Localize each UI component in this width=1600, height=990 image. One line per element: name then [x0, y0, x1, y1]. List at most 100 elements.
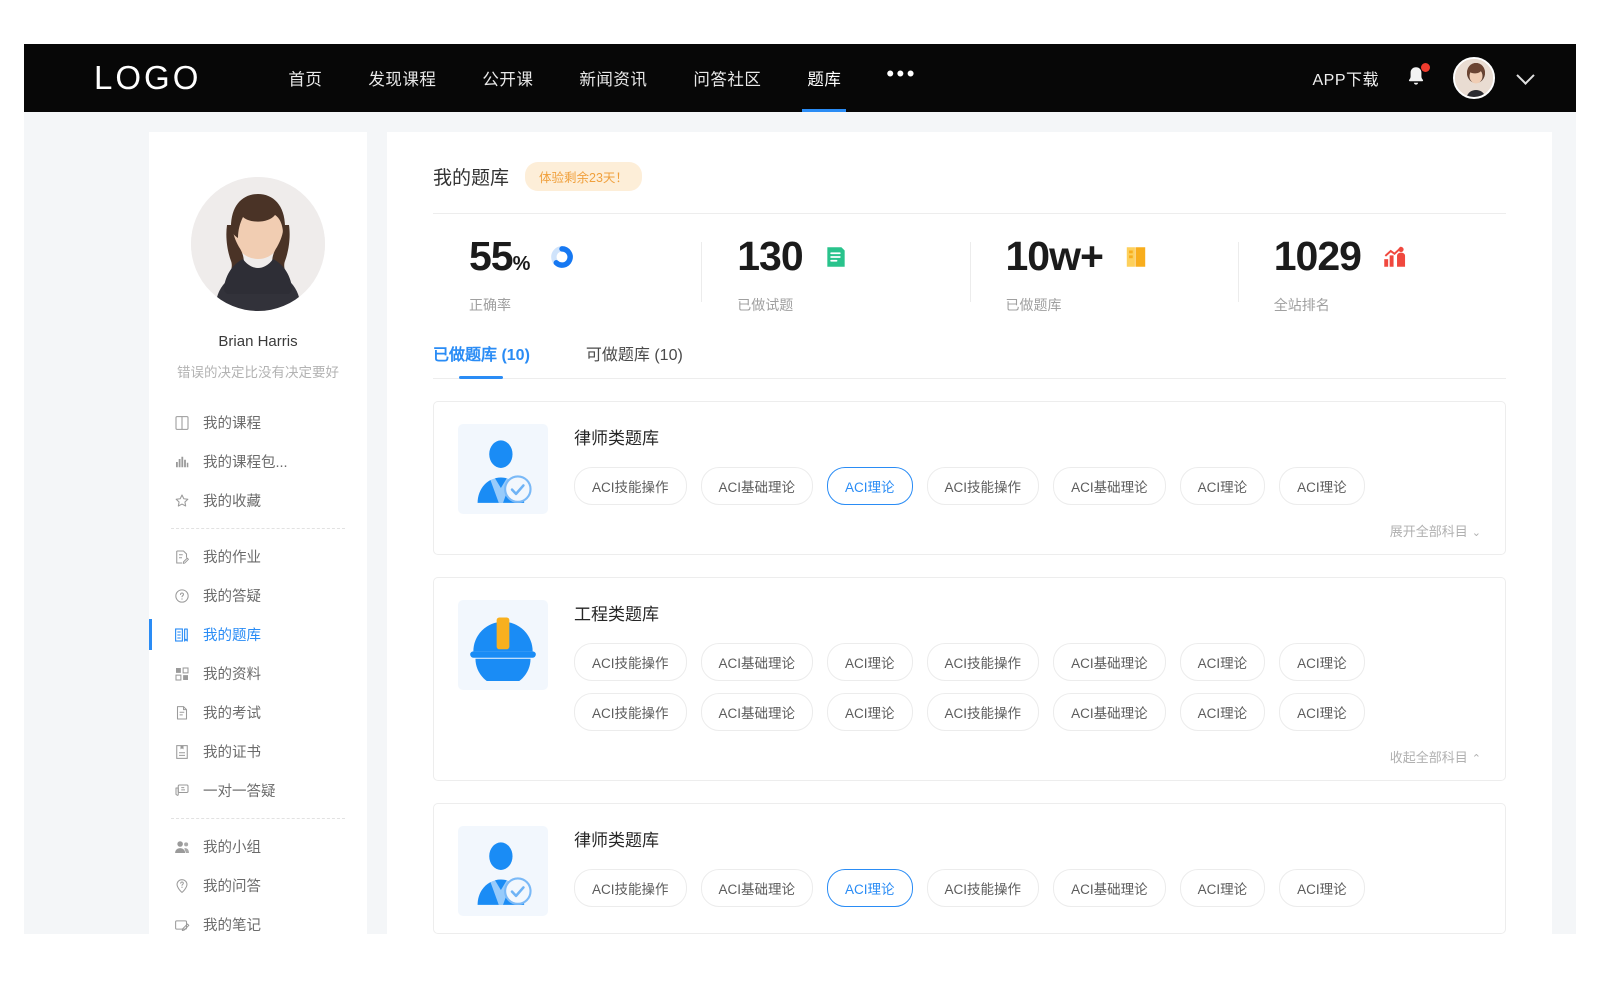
chat-icon: [173, 782, 191, 800]
menu-divider: [171, 818, 345, 819]
sidebar-menu: 我的课程我的课程包... 我的收藏我的作业我的答疑我的题库我的资料我的考试我的证书…: [149, 403, 367, 934]
question-circle-icon: [173, 587, 191, 605]
stat-number: 1029: [1274, 233, 1361, 279]
avatar[interactable]: [1453, 57, 1495, 99]
subject-tag[interactable]: ACI技能操作: [574, 869, 687, 907]
certificate-icon: [173, 743, 191, 761]
nav-more-button[interactable]: •••: [864, 44, 939, 112]
stat-number: 55: [469, 233, 513, 279]
bars-icon: [173, 453, 191, 471]
subject-tag[interactable]: ACI理论: [1279, 869, 1365, 907]
sidebar-item-我的考试[interactable]: 我的考试: [149, 693, 367, 732]
sidebar-item-我的课程包...[interactable]: 我的课程包...: [149, 442, 367, 481]
sidebar-item-label: 我的课程包...: [203, 451, 288, 472]
expand-subjects-link[interactable]: 展开全部科目⌄: [574, 517, 1481, 540]
stat-value-row: 1029: [1274, 236, 1506, 277]
chevron-down-icon: ⌄: [1472, 526, 1481, 539]
stat-value: 1029: [1274, 236, 1361, 277]
subject-tag[interactable]: ACI理论: [1180, 467, 1266, 505]
stat-number: 10w+: [1006, 233, 1103, 279]
grid-icon: [173, 665, 191, 683]
page-title: 我的题库: [433, 163, 509, 190]
nav-item-2[interactable]: 发现课程: [345, 44, 459, 112]
nav-item-4[interactable]: 新闻资讯: [556, 44, 670, 112]
subject-tag[interactable]: ACI基础理论: [701, 467, 814, 505]
subject-tag[interactable]: ACI基础理论: [1053, 643, 1166, 681]
sidebar-avatar[interactable]: [191, 177, 325, 311]
question-bank-icon: [173, 626, 191, 644]
sidebar-item-我的资料[interactable]: 我的资料: [149, 654, 367, 693]
sidebar-item-我的作业[interactable]: 我的作业: [149, 537, 367, 576]
sidebar-user-motto: 错误的决定比没有决定要好: [149, 361, 367, 381]
menu-divider: [171, 528, 345, 529]
sidebar-item-label: 我的课程: [203, 412, 261, 433]
subject-tag[interactable]: ACI技能操作: [574, 643, 687, 681]
trial-badge: 体验剩余23天！: [525, 162, 642, 191]
subject-tag[interactable]: ACI理论: [1279, 643, 1365, 681]
subject-tag[interactable]: ACI技能操作: [574, 467, 687, 505]
exam-paper-icon: [173, 704, 191, 722]
subject-tag[interactable]: ACI理论: [1180, 693, 1266, 731]
users-icon: [173, 838, 191, 856]
exam-paper-icon: [173, 704, 191, 722]
subject-tag[interactable]: ACI基础理论: [701, 643, 814, 681]
subject-tag-row: ACI技能操作 ACI基础理论 ACI理论 ACI技能操作 ACI基础理论 ACI理论 AC…: [574, 643, 1481, 681]
subject-tag[interactable]: ACI基础理论: [1053, 693, 1166, 731]
homework-icon: [173, 548, 191, 566]
sidebar-item-我的问答[interactable]: 我的问答: [149, 866, 367, 905]
expand-subjects-link[interactable]: 收起全部科目⌃: [574, 743, 1481, 766]
user-avatar-large-image: [191, 177, 325, 311]
tab-2[interactable]: 可做题库 (10): [586, 341, 683, 378]
bank-thumbnail: [458, 424, 548, 514]
subject-tag[interactable]: ACI基础理论: [701, 693, 814, 731]
subject-tag[interactable]: ACI理论: [827, 643, 913, 681]
sidebar-item-我的证书[interactable]: 我的证书: [149, 732, 367, 771]
bank-thumbnail: [458, 826, 548, 916]
sidebar-item-我的课程[interactable]: 我的课程: [149, 403, 367, 442]
subject-tag[interactable]: ACI理论: [827, 693, 913, 731]
sidebar-item-我的小组[interactable]: 我的小组: [149, 827, 367, 866]
subject-tag[interactable]: ACI基础理论: [701, 869, 814, 907]
nav-item-1[interactable]: 首页: [265, 44, 345, 112]
subject-tag[interactable]: ACI理论: [1279, 693, 1365, 731]
chevron-up-icon: ⌃: [1472, 752, 1481, 765]
notification-bell-button[interactable]: [1403, 64, 1429, 92]
sidebar-item-我的笔记[interactable]: 我的笔记: [149, 905, 367, 934]
sidebar-item-label: 一对一答疑: [203, 780, 276, 801]
sidebar-item-我的题库[interactable]: 我的题库: [149, 615, 367, 654]
subject-tag[interactable]: ACI理论: [1279, 467, 1365, 505]
subject-tag[interactable]: ACI技能操作: [927, 869, 1040, 907]
subject-tag[interactable]: ACI技能操作: [927, 467, 1040, 505]
subject-tag[interactable]: ACI基础理论: [1053, 467, 1166, 505]
stat-card-已做试题: 130已做试题: [701, 236, 969, 315]
app-download-link[interactable]: APP下载: [1312, 66, 1379, 90]
main-nav: 首页发现课程公开课新闻资讯问答社区题库: [265, 44, 864, 112]
chevron-down-icon[interactable]: [1516, 66, 1534, 84]
nav-item-3[interactable]: 公开课: [459, 44, 556, 112]
sidebar-item-一对一答疑[interactable]: 一对一答疑: [149, 771, 367, 810]
sidebar-item-label: 我的小组: [203, 836, 261, 857]
subject-tag[interactable]: ACI基础理论: [1053, 869, 1166, 907]
question-bank-card: 律师类题库ACI技能操作ACI基础理论ACI理论ACI技能操作ACI基础理论AC…: [433, 401, 1506, 555]
nav-item-6[interactable]: 题库: [784, 44, 864, 112]
stats-row: 55%正确率130已做试题10w+已做题库1029全站排名: [433, 214, 1506, 333]
subject-tag[interactable]: ACI技能操作: [574, 693, 687, 731]
sidebar-item-我的答疑[interactable]: 我的答疑: [149, 576, 367, 615]
sidebar-item-我的收藏[interactable]: 我的收藏: [149, 481, 367, 520]
question-bank-list: 律师类题库ACI技能操作ACI基础理论ACI理论ACI技能操作ACI基础理论AC…: [433, 401, 1506, 934]
tab-1[interactable]: 已做题库 (10): [433, 341, 530, 378]
subject-tag[interactable]: ACI技能操作: [927, 643, 1040, 681]
subject-tag[interactable]: ACI理论: [827, 467, 913, 505]
subject-tag[interactable]: ACI理论: [1180, 869, 1266, 907]
subject-tag[interactable]: ACI理论: [1180, 643, 1266, 681]
subject-tag[interactable]: ACI理论: [827, 869, 913, 907]
site-logo[interactable]: LOGO: [94, 59, 201, 97]
hardhat-icon: [467, 609, 539, 681]
sidebar-item-label: 我的笔记: [203, 914, 261, 934]
subject-tag[interactable]: ACI技能操作: [927, 693, 1040, 731]
subject-tag-row: ACI技能操作 ACI基础理论 ACI理论 ACI技能操作 ACI基础理论 ACI理论 AC…: [574, 693, 1481, 731]
bank-thumbnail: [458, 600, 548, 690]
top-navigation-bar: LOGO 首页发现课程公开课新闻资讯问答社区题库 ••• APP下载: [24, 44, 1576, 112]
stat-card-已做题库: 10w+已做题库: [970, 236, 1238, 315]
nav-item-5[interactable]: 问答社区: [670, 44, 784, 112]
